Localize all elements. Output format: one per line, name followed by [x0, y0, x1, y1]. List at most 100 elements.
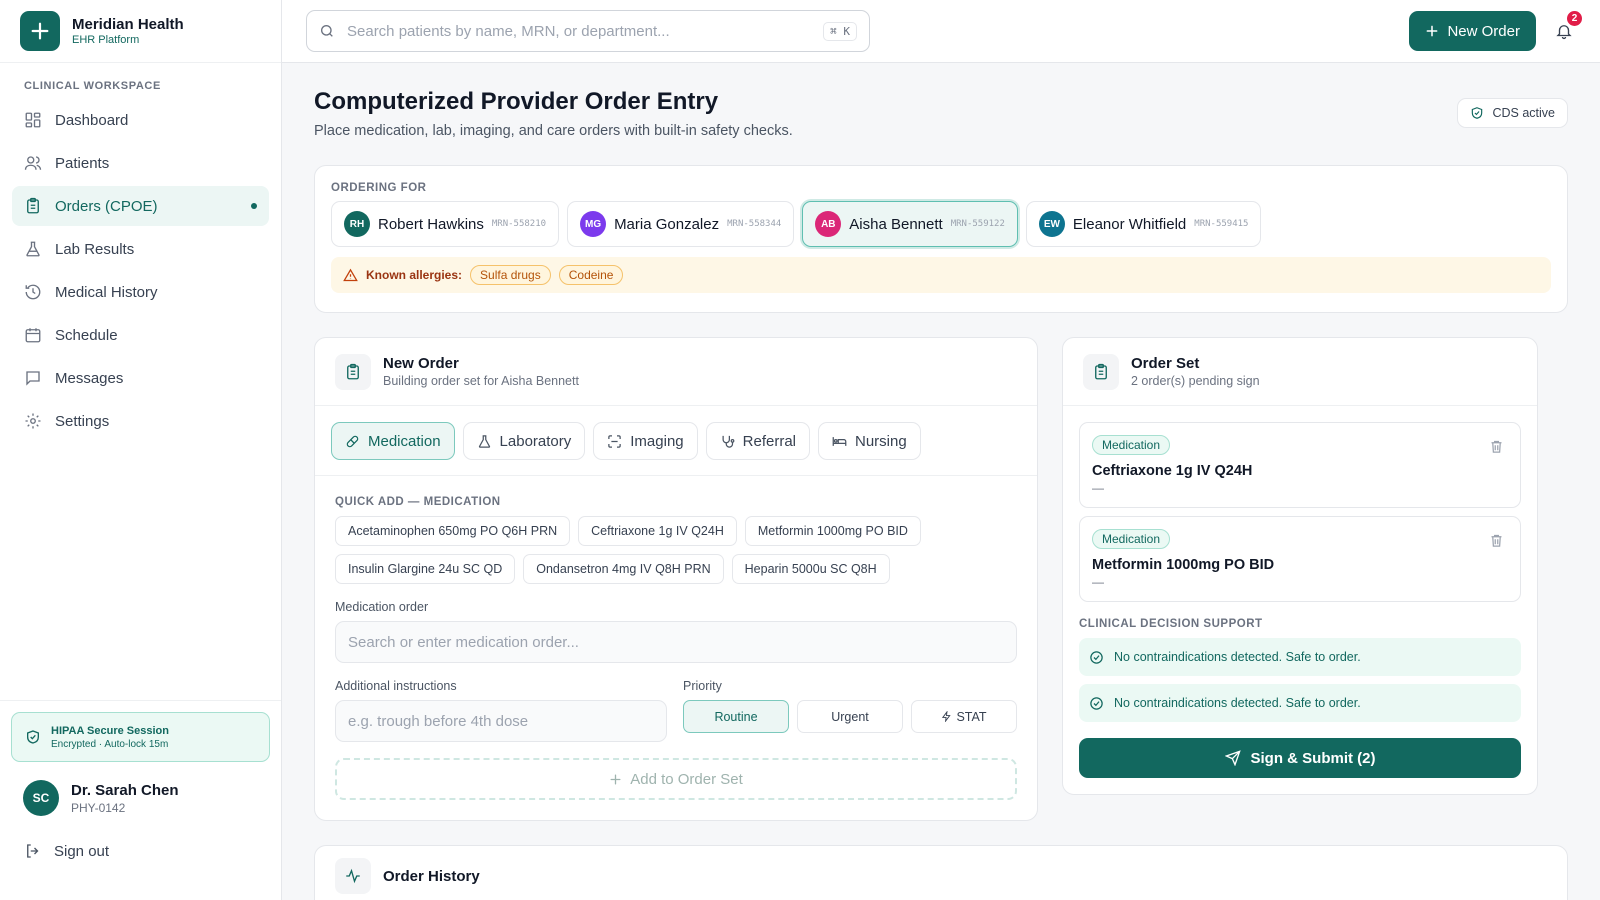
priority-label: STAT — [956, 709, 987, 724]
quick-add-label: QUICK ADD — MEDICATION — [335, 496, 501, 508]
cds-status-badge: CDS active — [1457, 98, 1568, 128]
search-input[interactable]: Search patients by name, MRN, or departm… — [306, 10, 870, 52]
order-form: QUICK ADD — MEDICATION Acetaminophen 650… — [315, 476, 1037, 820]
flask-icon — [478, 434, 490, 448]
clipboard-icon — [1083, 353, 1119, 390]
order-type-badge: Medication — [1092, 435, 1171, 455]
priority-urgent-button[interactable]: Urgent — [797, 700, 903, 733]
order-type-badge: Medication — [1092, 529, 1171, 549]
sidebar-nav: Dashboard Patients Orders (CPOE) Lab Res… — [0, 100, 281, 444]
check-circle-icon — [1090, 650, 1103, 664]
sidebar-item-orders[interactable]: Orders (CPOE) — [12, 186, 269, 226]
quick-add-list: Acetaminophen 650mg PO Q6H PRN Ceftriaxo… — [335, 516, 975, 584]
tab-imaging[interactable]: Imaging — [593, 422, 698, 460]
new-order-button[interactable]: New Order — [1409, 11, 1536, 51]
order-set-title: Order Set — [1131, 355, 1200, 372]
new-order-subtitle: Building order set for Aisha Bennett — [383, 374, 579, 388]
tab-medication[interactable]: Medication — [331, 422, 455, 460]
sidebar-item-label: Settings — [55, 412, 110, 430]
sign-submit-button[interactable]: Sign & Submit (2) — [1079, 738, 1521, 778]
patient-mrn: MRN-558344 — [727, 219, 782, 229]
quick-add-button[interactable]: Acetaminophen 650mg PO Q6H PRN — [335, 516, 571, 546]
sidebar-item-settings[interactable]: Settings — [12, 401, 269, 441]
priority-label: Urgent — [831, 709, 869, 724]
trash-icon[interactable] — [1489, 533, 1504, 548]
shield-check-icon — [27, 730, 39, 744]
order-set-card: Order Set 2 order(s) pending sign Medica… — [1062, 337, 1538, 795]
sidebar-item-patients[interactable]: Patients — [12, 143, 269, 183]
bed-icon — [832, 436, 847, 446]
patient-chip-selected[interactable]: AB Aisha Bennett MRN-559122 — [802, 201, 1018, 247]
patient-avatar: EW — [1038, 211, 1065, 237]
submit-label: Sign & Submit (2) — [1250, 749, 1376, 767]
sidebar-item-medical-history[interactable]: Medical History — [12, 272, 269, 312]
shield-check-icon — [1472, 107, 1483, 119]
patient-mrn: MRN-558210 — [491, 219, 547, 229]
patient-chip[interactable]: MG Maria Gonzalez MRN-558344 — [567, 201, 795, 247]
allergy-banner: Known allergies: Sulfa drugs Codeine — [331, 257, 1551, 293]
notifications-button[interactable]: 2 — [1552, 11, 1582, 43]
user-id: PHY-0142 — [71, 800, 126, 815]
patient-chip[interactable]: EW Eleanor Whitfield MRN-559415 — [1025, 201, 1262, 247]
cds-message-text: No contraindications detected. Safe to o… — [1114, 650, 1361, 664]
sidebar-item-messages[interactable]: Messages — [12, 358, 269, 398]
patient-chip[interactable]: RH Robert Hawkins MRN-558210 — [331, 201, 560, 247]
quick-add-button[interactable]: Metformin 1000mg PO BID — [744, 516, 921, 546]
plus-icon — [610, 774, 621, 784]
order-detail: — — [1092, 575, 1104, 589]
sidebar-item-label: Messages — [55, 369, 124, 387]
sidebar-item-dashboard[interactable]: Dashboard — [12, 100, 269, 140]
user-profile[interactable]: SC Dr. Sarah Chen PHY-0142 — [11, 762, 270, 816]
brand[interactable]: Meridian Health EHR Platform — [0, 0, 281, 63]
trash-icon[interactable] — [1489, 439, 1504, 454]
sign-out-button[interactable]: Sign out — [11, 816, 270, 860]
patient-name: Robert Hawkins — [378, 215, 484, 233]
patient-avatar: AB — [815, 211, 842, 237]
quick-add-button[interactable]: Heparin 5000u SC Q8H — [731, 554, 890, 584]
patient-mrn: MRN-559415 — [1194, 219, 1249, 229]
priority-selector: Routine Urgent STAT — [683, 700, 1017, 733]
sidebar-item-label: Medical History — [55, 283, 158, 301]
tab-referral[interactable]: Referral — [705, 422, 810, 460]
dashboard-icon — [25, 112, 41, 128]
sidebar-item-schedule[interactable]: Schedule — [12, 315, 269, 355]
search-placeholder: Search patients by name, MRN, or departm… — [347, 22, 670, 40]
quick-add-button[interactable]: Insulin Glargine 24u SC QD — [335, 554, 516, 584]
sidebar-item-lab-results[interactable]: Lab Results — [12, 229, 269, 269]
quick-add-button[interactable]: Ondansetron 4mg IV Q8H PRN — [523, 554, 724, 584]
patient-avatar: MG — [580, 211, 607, 237]
quick-add-button[interactable]: Ceftriaxone 1g IV Q24H — [578, 516, 737, 546]
hipaa-session-banner: HIPAA Secure Session Encrypted · Auto-lo… — [11, 712, 270, 762]
plus-logo-icon — [20, 11, 60, 51]
tab-nursing[interactable]: Nursing — [818, 422, 921, 460]
cds-status-label: CDS active — [1492, 106, 1555, 120]
topbar: Search patients by name, MRN, or departm… — [282, 0, 1600, 63]
priority-label: Routine — [714, 709, 758, 724]
add-to-order-set-button[interactable]: Add to Order Set — [335, 758, 1017, 800]
priority-routine-button[interactable]: Routine — [683, 700, 789, 733]
priority-stat-button[interactable]: STAT — [911, 700, 1017, 733]
active-indicator — [251, 203, 257, 209]
tab-label: Laboratory — [499, 432, 572, 450]
instructions-input[interactable]: e.g. trough before 4th dose — [335, 700, 667, 742]
patient-avatar: RH — [344, 211, 370, 237]
order-item: Medication Ceftriaxone 1g IV Q24H — — [1079, 422, 1521, 508]
page-title: Computerized Provider Order Entry — [314, 88, 719, 115]
tab-label: Imaging — [630, 432, 684, 450]
avatar: SC — [23, 780, 59, 816]
order-history-title: Order History — [383, 867, 480, 885]
medication-order-input[interactable]: Search or enter medication order... — [335, 621, 1017, 663]
stethoscope-icon — [722, 435, 735, 448]
calendar-icon — [25, 328, 41, 343]
plus-icon — [1427, 25, 1438, 37]
sidebar-item-label: Lab Results — [55, 240, 135, 258]
order-name: Metformin 1000mg PO BID — [1092, 557, 1275, 573]
session-subtitle: Encrypted · Auto-lock 15m — [51, 738, 169, 750]
tab-label: Nursing — [855, 432, 907, 450]
tab-laboratory[interactable]: Laboratory — [462, 422, 586, 460]
history-icon — [25, 284, 41, 300]
sign-out-label: Sign out — [54, 842, 110, 860]
new-order-label: New Order — [1447, 22, 1520, 40]
sidebar: Meridian Health EHR Platform CLINICAL WO… — [0, 0, 282, 900]
tab-label: Medication — [368, 432, 441, 450]
